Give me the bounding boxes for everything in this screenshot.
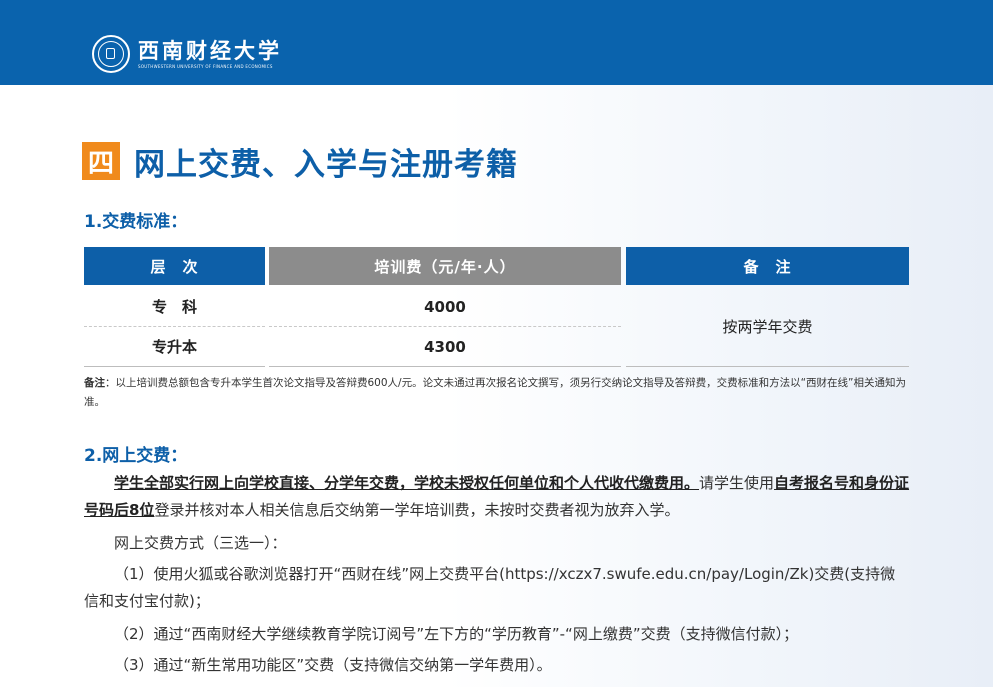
table-cell-note: 按两学年交费 bbox=[626, 287, 909, 367]
fee-footnote: 备注：以上培训费总额包含专升本学生首次论文指导及答辩费600人/元。论文未通过再… bbox=[84, 374, 910, 412]
payment-method-1: （1）使用火狐或谷歌浏览器打开“西财在线”网上交费平台(https://xczx… bbox=[84, 565, 896, 610]
table-cell-fee: 4300 bbox=[269, 327, 621, 367]
table-cell-level: 专 科 bbox=[84, 287, 265, 327]
payment-notice-bold: 学生全部实行网上向学校直接、分学年交费，学校未授权任何单位和个人代收代缴费用。 bbox=[114, 474, 700, 492]
fee-standard-heading: 1.交费标准： bbox=[84, 212, 188, 232]
section-heading: 四 网上交费、入学与注册考籍 bbox=[82, 141, 518, 183]
logo-chinese-name: 西南财经大学 bbox=[138, 38, 282, 63]
section-title: 网上交费、入学与注册考籍 bbox=[134, 146, 518, 183]
table-cell-fee: 4000 bbox=[269, 287, 621, 327]
footnote-text: ：以上培训费总额包含专升本学生首次论文指导及答辩费600人/元。论文未通过再次报… bbox=[84, 377, 906, 408]
payment-paragraph: 学生全部实行网上向学校直接、分学年交费，学校未授权任何单位和个人代收代缴费用。请… bbox=[84, 470, 910, 524]
header-bar: 西南财经大学 SOUTHWESTERN UNIVERSITY OF FINANC… bbox=[0, 0, 993, 85]
footnote-label: 备注 bbox=[84, 377, 105, 389]
section-number-badge: 四 bbox=[82, 142, 120, 180]
university-logo: 西南财经大学 SOUTHWESTERN UNIVERSITY OF FINANC… bbox=[92, 34, 282, 74]
payment-text: 登录并核对本人相关信息后交纳第一学年培训费，未按时交费者视为放弃入学。 bbox=[154, 501, 680, 519]
online-payment-heading: 2.网上交费： bbox=[84, 446, 188, 466]
university-seal-icon bbox=[92, 35, 130, 73]
column-header-level: 层 次 bbox=[84, 247, 265, 285]
payment-method-2: （2）通过“西南财经大学继续教育学院订阅号”左下方的“学历教育”-“网上缴费”交… bbox=[114, 625, 799, 643]
payment-methods-intro: 网上交费方式（三选一）： bbox=[114, 534, 287, 552]
logo-english-name: SOUTHWESTERN UNIVERSITY OF FINANCE AND E… bbox=[138, 64, 273, 69]
column-header-note: 备 注 bbox=[626, 247, 909, 285]
payment-method-3: （3）通过“新生常用功能区”交费（支持微信交纳第一学年费用）。 bbox=[114, 656, 552, 674]
payment-text: 请学生使用 bbox=[699, 474, 775, 492]
column-header-fee: 培训费（元/年·人） bbox=[269, 247, 621, 285]
fee-table: 层 次 培训费（元/年·人） 备 注 专 科 4000 专升本 4300 按两学… bbox=[84, 247, 909, 367]
table-cell-level: 专升本 bbox=[84, 327, 265, 367]
